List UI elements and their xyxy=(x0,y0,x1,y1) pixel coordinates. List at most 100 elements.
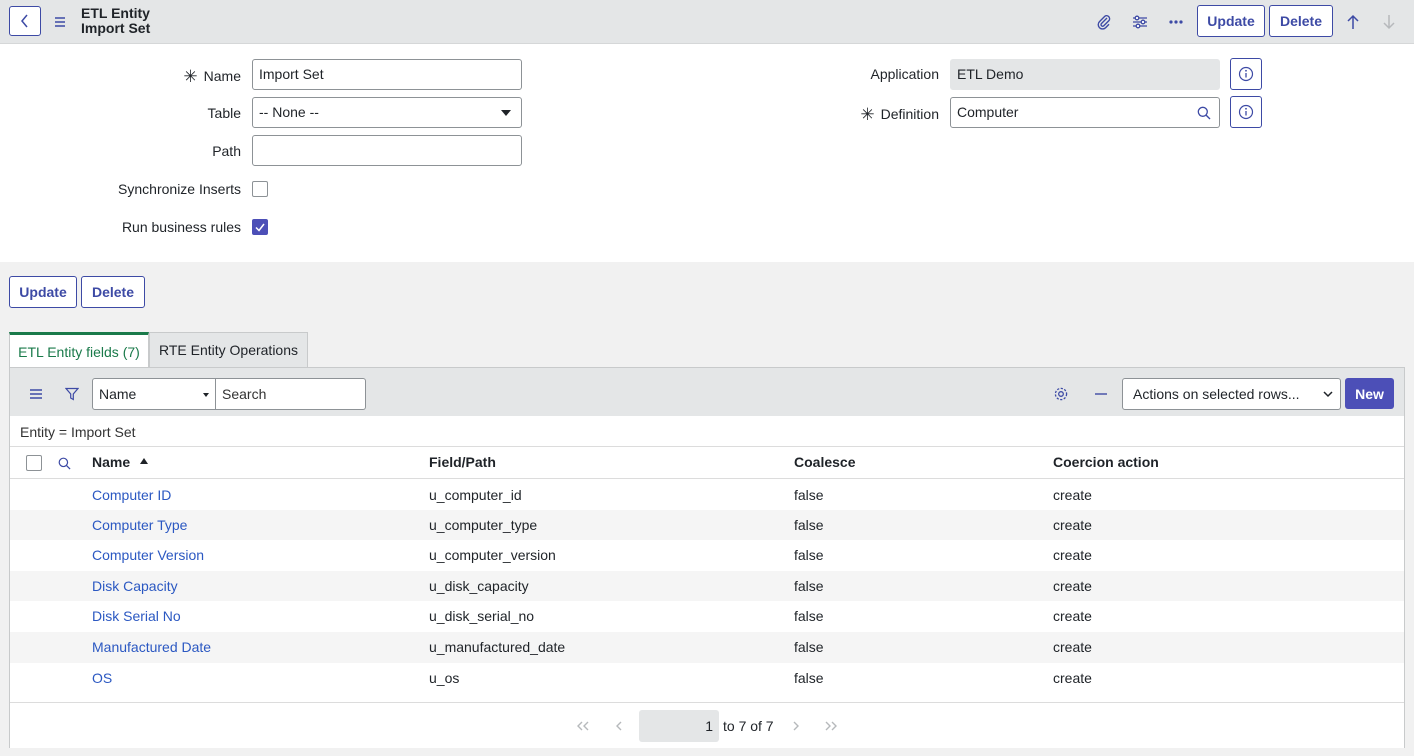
cell-coalesce: false xyxy=(794,639,824,655)
run-business-rules-label: Run business rules xyxy=(121,219,241,235)
cell-field-path: u_computer_id xyxy=(429,487,522,503)
cell-field-path: u_computer_type xyxy=(429,517,538,533)
context-menu-icon[interactable] xyxy=(52,14,68,30)
dropdown-arrow-icon xyxy=(203,393,209,397)
tab-rte-entity-operations[interactable]: RTE Entity Operations xyxy=(149,332,308,368)
filter-icon[interactable] xyxy=(62,384,82,404)
back-button[interactable] xyxy=(9,6,41,36)
cell-coalesce: false xyxy=(794,578,824,594)
name-label: ✳ Name xyxy=(183,67,241,86)
related-list: Name Search Actions on selected rows... … xyxy=(9,367,1405,748)
next-record-arrow-down-icon[interactable] xyxy=(1379,12,1399,32)
header-delete-button[interactable]: Delete xyxy=(1269,5,1333,37)
table-row[interactable]: Manufactured Date u_manufactured_date fals… xyxy=(10,632,1404,663)
cell-coalesce: false xyxy=(794,547,824,563)
required-asterisk-icon: ✳ xyxy=(860,105,875,124)
search-icon xyxy=(1197,106,1210,119)
path-label: Path xyxy=(212,143,241,159)
info-icon xyxy=(1238,104,1254,120)
application-info-button[interactable] xyxy=(1230,58,1262,90)
definition-info-button[interactable] xyxy=(1230,96,1262,128)
table-row[interactable]: Computer Type u_computer_type false create xyxy=(10,510,1404,540)
cell-coercion-action: create xyxy=(1053,487,1092,503)
application-label: Application xyxy=(870,66,940,82)
path-field[interactable] xyxy=(252,135,522,166)
list-settings-gear-icon[interactable] xyxy=(1051,384,1071,404)
name-field[interactable]: Import Set xyxy=(252,59,522,90)
cell-coalesce: false xyxy=(794,517,824,533)
cell-name-link[interactable]: Disk Capacity xyxy=(92,578,178,594)
page-range-text: to 7 of 7 xyxy=(723,718,774,734)
list-menu-icon[interactable] xyxy=(26,384,46,404)
list-pagination: 1 to 7 of 7 xyxy=(10,702,1404,748)
list-search-input[interactable]: Search xyxy=(216,378,366,410)
cell-coercion-action: create xyxy=(1053,547,1092,563)
cell-field-path: u_disk_serial_no xyxy=(429,608,535,624)
search-field-value: Name xyxy=(99,386,137,402)
cell-coercion-action: create xyxy=(1053,517,1092,533)
search-field-select[interactable]: Name xyxy=(92,378,216,410)
form-update-button[interactable]: Update xyxy=(9,276,77,308)
cell-coercion-action: create xyxy=(1053,608,1092,624)
cell-name-link[interactable]: Manufactured Date xyxy=(92,639,211,655)
next-page-icon[interactable] xyxy=(789,719,803,733)
cell-name-link[interactable]: OS xyxy=(92,670,112,686)
current-page-input[interactable]: 1 xyxy=(639,710,719,742)
cell-name-link[interactable]: Computer Type xyxy=(92,517,187,533)
synchronize-inserts-label: Synchronize Inserts xyxy=(118,181,241,197)
select-all-checkbox[interactable] xyxy=(26,455,42,471)
tab-etl-entity-fields[interactable]: ETL Entity fields (7) xyxy=(9,332,149,368)
table-row[interactable]: Disk Serial No u_disk_serial_no false creat… xyxy=(10,601,1404,632)
cell-field-path: u_computer_version xyxy=(429,547,556,563)
cell-name-link[interactable]: Computer ID xyxy=(92,487,171,503)
actions-select-label: Actions on selected rows... xyxy=(1133,386,1300,402)
definition-lookup-button[interactable] xyxy=(1188,97,1220,128)
cell-field-path: u_manufactured_date xyxy=(429,639,566,655)
new-record-button[interactable]: New xyxy=(1345,378,1394,409)
sort-ascending-icon xyxy=(140,458,149,465)
cell-name-link[interactable]: Computer Version xyxy=(92,547,204,563)
definition-field[interactable]: Computer xyxy=(950,97,1189,128)
list-filter-breadcrumb[interactable]: Entity = Import Set xyxy=(20,424,136,440)
form-header: ETL Entity Import Set Update Delete xyxy=(0,0,1414,44)
first-page-icon[interactable] xyxy=(576,719,590,733)
column-search-icon[interactable] xyxy=(54,453,74,473)
cell-name-link[interactable]: Disk Serial No xyxy=(92,608,181,624)
cell-field-path: u_disk_capacity xyxy=(429,578,529,594)
table-select-value: -- None -- xyxy=(259,104,319,120)
dropdown-arrow-icon xyxy=(501,110,511,116)
required-asterisk-icon: ✳ xyxy=(183,67,198,86)
column-header-coalesce[interactable]: Coalesce xyxy=(794,454,855,470)
collapse-list-icon[interactable] xyxy=(1091,384,1111,404)
info-icon xyxy=(1238,66,1254,82)
cell-coalesce: false xyxy=(794,670,824,686)
cell-coercion-action: create xyxy=(1053,578,1092,594)
form-delete-button[interactable]: Delete xyxy=(81,276,145,308)
chevron-left-icon xyxy=(21,14,28,28)
cell-coalesce: false xyxy=(794,487,824,503)
more-options-icon[interactable] xyxy=(1166,12,1186,32)
synchronize-inserts-checkbox[interactable] xyxy=(252,181,268,197)
cell-field-path: u_os xyxy=(429,670,460,686)
title-line-1: ETL Entity xyxy=(81,5,150,21)
attachment-icon[interactable] xyxy=(1094,12,1114,32)
cell-coercion-action: create xyxy=(1053,670,1092,686)
last-page-icon[interactable] xyxy=(824,719,838,733)
column-header-coercion-action[interactable]: Coercion action xyxy=(1053,454,1159,470)
column-header-name[interactable]: Name xyxy=(92,454,149,470)
column-header-field-path[interactable]: Field/Path xyxy=(429,454,496,470)
table-row[interactable]: Computer Version u_computer_version false c… xyxy=(10,540,1404,571)
application-field: ETL Demo xyxy=(950,59,1220,90)
table-row[interactable]: OS u_os false create xyxy=(10,663,1404,693)
previous-page-icon[interactable] xyxy=(612,719,626,733)
previous-record-arrow-up-icon[interactable] xyxy=(1343,12,1363,32)
column-header-name-label: Name xyxy=(92,454,131,470)
table-row[interactable]: Disk Capacity u_disk_capacity false create xyxy=(10,571,1404,601)
run-business-rules-checkbox[interactable] xyxy=(252,219,268,235)
table-select[interactable]: -- None -- xyxy=(252,97,522,128)
table-row[interactable]: Computer ID u_computer_id false create xyxy=(10,480,1404,510)
personalize-icon[interactable] xyxy=(1130,12,1150,32)
actions-on-selected-rows-select[interactable]: Actions on selected rows... xyxy=(1122,378,1341,410)
header-update-button[interactable]: Update xyxy=(1197,5,1265,37)
list-header-row: Name Field/Path Coalesce Coercion action xyxy=(10,446,1404,479)
